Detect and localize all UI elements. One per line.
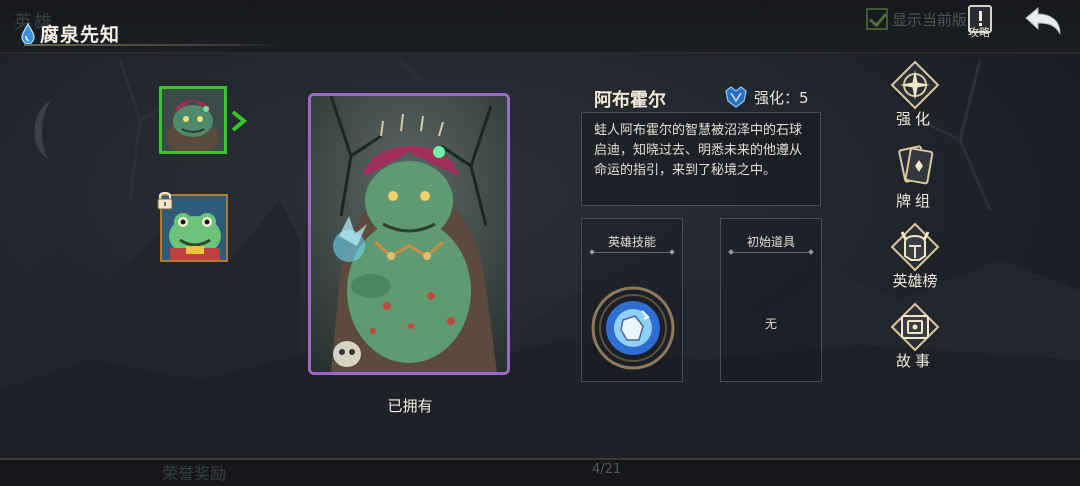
upgrade-button[interactable]: 强化	[880, 60, 950, 130]
frog-prophet-portrait	[162, 89, 224, 151]
skill-orb-icon[interactable]	[590, 285, 676, 371]
show-current-version-toggle[interactable]: 显示当前版	[866, 8, 967, 30]
chevron-right-icon	[231, 110, 247, 132]
upgrade-gem-icon	[725, 86, 747, 108]
upgrade-level: 强化：5	[724, 85, 809, 109]
starting-item-slot[interactable]: 初始道具 无	[720, 218, 822, 382]
ranking-helmet-icon	[890, 222, 940, 272]
checkbox-icon[interactable]	[866, 8, 888, 30]
starting-item-header: 初始道具	[746, 235, 795, 249]
upgrade-button-label: 强化	[895, 110, 934, 128]
deck-button-label: 牌组	[895, 192, 934, 210]
hero-skill-slot[interactable]: 英雄技能	[581, 218, 683, 382]
divider	[731, 252, 811, 253]
hero-card	[308, 93, 510, 375]
hero-card-art	[311, 96, 507, 372]
divider	[592, 252, 672, 253]
story-button-label: 故事	[895, 352, 934, 370]
story-book-icon	[890, 302, 940, 352]
show-current-version-label: 显示当前版	[892, 10, 968, 29]
hero-description: 蛙人阿布霍尔的智慧被沼泽中的石球启迪，知晓过去、明悉未来的他遵从命运的指引，来到…	[581, 112, 821, 206]
starting-item-value: 无	[764, 317, 777, 331]
deck-button[interactable]: 牌组	[880, 142, 950, 212]
guide-label: 攻略	[968, 26, 990, 39]
ranking-button-label: 英雄榜	[892, 272, 938, 290]
back-arrow-icon[interactable]	[1022, 6, 1064, 36]
page-title: 腐泉先知	[40, 24, 121, 46]
drop-icon	[21, 22, 35, 45]
top-bar-divider	[0, 52, 1080, 54]
deck-cards-icon	[898, 145, 934, 185]
ranking-button[interactable]: 英雄榜	[880, 222, 950, 292]
hero-name: 阿布霍尔	[594, 90, 666, 111]
upgrade-level-text: 强化：5	[754, 88, 809, 107]
title-underline	[24, 44, 284, 46]
upgrade-compass-icon	[890, 60, 940, 110]
hero-skill-header: 英雄技能	[607, 235, 656, 249]
story-button[interactable]: 故事	[880, 302, 950, 372]
owned-status-label: 已拥有	[387, 397, 433, 415]
title-group: 腐泉先知	[20, 20, 120, 47]
lock-icon	[157, 191, 173, 210]
page-indicator: 4/21	[592, 462, 622, 477]
hero-list-item-selected[interactable]	[159, 86, 227, 154]
background-honor-reward-label: 荣誉奖励	[162, 464, 227, 483]
